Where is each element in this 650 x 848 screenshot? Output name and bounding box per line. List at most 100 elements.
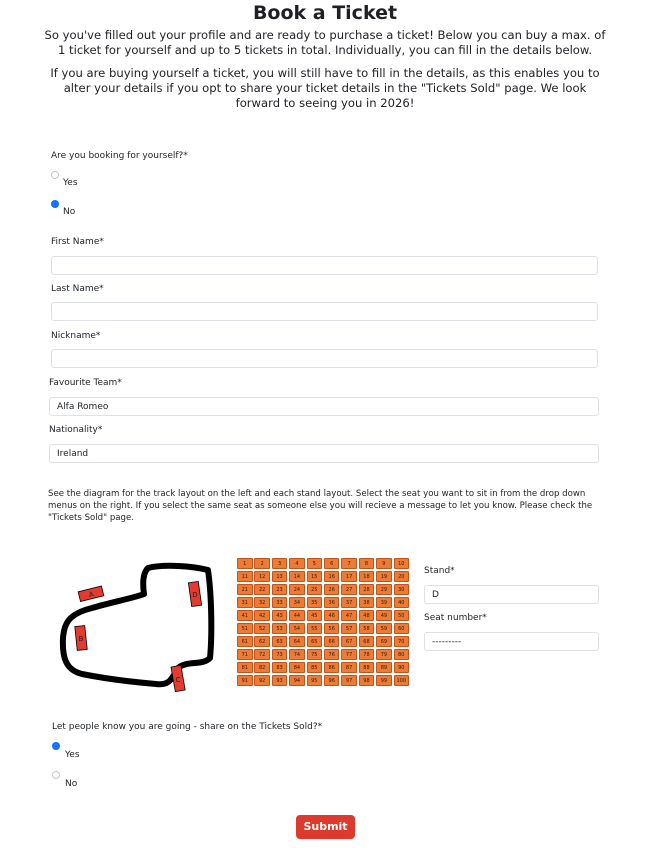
seat-7: 7 — [341, 558, 357, 570]
stand-c-label: C — [176, 676, 181, 684]
first-name-label: First Name* — [51, 237, 104, 247]
seat-100: 100 — [393, 674, 410, 687]
seat-85: 85 — [306, 661, 323, 674]
seat-84: 84 — [289, 661, 305, 674]
seat-78: 78 — [358, 648, 375, 661]
seat-86: 86 — [323, 661, 340, 674]
seat-22: 22 — [254, 583, 270, 596]
seat-66: 66 — [323, 635, 340, 648]
intro-paragraph-1: So you've filled out your profile and ar… — [44, 28, 606, 57]
seat-30: 30 — [393, 583, 410, 596]
seat-59: 59 — [376, 622, 392, 635]
seat-37: 37 — [341, 596, 357, 609]
seat-6: 6 — [323, 558, 340, 570]
seat-23: 23 — [271, 583, 288, 596]
seat-10: 10 — [393, 558, 410, 570]
last-name-label: Last Name* — [51, 284, 104, 294]
seat-80: 80 — [393, 648, 410, 661]
seat-24: 24 — [289, 583, 305, 596]
nickname-label: Nickname* — [51, 331, 101, 341]
stand-b-label: B — [79, 635, 84, 643]
seat-91: 91 — [237, 674, 253, 687]
seat-79: 79 — [376, 648, 392, 661]
seat-5: 5 — [306, 558, 323, 570]
seat-62: 62 — [254, 635, 270, 648]
seat-45: 45 — [306, 609, 323, 622]
seat-53: 53 — [271, 622, 288, 635]
share-yes-label[interactable]: Yes — [65, 750, 80, 760]
seat-60: 60 — [393, 622, 410, 635]
seat-57: 57 — [341, 622, 357, 635]
seat-28: 28 — [358, 583, 375, 596]
seat-99: 99 — [376, 674, 392, 687]
seat-81: 81 — [237, 661, 253, 674]
seat-number-select[interactable]: --------- — [424, 632, 599, 651]
seat-4: 4 — [289, 558, 305, 570]
seat-89: 89 — [376, 661, 392, 674]
last-name-input[interactable] — [51, 302, 598, 321]
seat-49: 49 — [376, 609, 392, 622]
favourite-team-select[interactable]: Alfa Romeo — [49, 397, 599, 416]
seat-41: 41 — [237, 609, 253, 622]
seat-15: 15 — [306, 570, 323, 583]
seat-97: 97 — [341, 674, 357, 687]
seat-selection-description: See the diagram for the track layout on … — [48, 489, 593, 523]
stand-d: D — [187, 580, 203, 608]
seat-39: 39 — [376, 596, 392, 609]
seat-27: 27 — [341, 583, 357, 596]
seat-34: 34 — [289, 596, 305, 609]
booking-self-label: Are you booking for yourself?* — [51, 151, 188, 161]
submit-button[interactable]: Submit — [296, 815, 355, 839]
nationality-label: Nationality* — [49, 425, 103, 435]
seat-73: 73 — [271, 648, 288, 661]
seat-65: 65 — [306, 635, 323, 648]
seat-16: 16 — [323, 570, 340, 583]
seat-94: 94 — [289, 674, 305, 687]
seat-52: 52 — [254, 622, 270, 635]
seat-19: 19 — [376, 570, 392, 583]
seat-11: 11 — [237, 570, 253, 583]
nationality-select[interactable]: Ireland — [49, 444, 599, 463]
seat-76: 76 — [323, 648, 340, 661]
seat-92: 92 — [254, 674, 270, 687]
seat-74: 74 — [289, 648, 305, 661]
booking-self-no-radio[interactable] — [51, 200, 59, 208]
seat-31: 31 — [237, 596, 253, 609]
seat-29: 29 — [376, 583, 392, 596]
favourite-team-label: Favourite Team* — [49, 378, 122, 388]
share-no-label[interactable]: No — [65, 779, 77, 789]
seat-83: 83 — [271, 661, 288, 674]
share-no-radio[interactable] — [52, 771, 60, 779]
stand-c: C — [170, 664, 186, 693]
seat-69: 69 — [376, 635, 392, 648]
seat-93: 93 — [271, 674, 288, 687]
nickname-input[interactable] — [51, 349, 598, 368]
booking-self-yes-label[interactable]: Yes — [63, 178, 78, 188]
seat-26: 26 — [323, 583, 340, 596]
seat-56: 56 — [323, 622, 340, 635]
stand-select[interactable]: D — [424, 585, 599, 604]
seat-71: 71 — [237, 648, 253, 661]
seat-70: 70 — [393, 635, 410, 648]
seat-68: 68 — [358, 635, 375, 648]
seat-75: 75 — [306, 648, 323, 661]
seat-64: 64 — [289, 635, 305, 648]
booking-self-yes-radio[interactable] — [51, 171, 59, 179]
seat-9: 9 — [376, 558, 392, 570]
seat-2: 2 — [254, 558, 270, 570]
stand-b: B — [74, 625, 88, 651]
first-name-input[interactable] — [51, 256, 598, 275]
seat-12: 12 — [254, 570, 270, 583]
seat-82: 82 — [254, 661, 270, 674]
booking-self-no-label[interactable]: No — [63, 207, 75, 217]
seat-43: 43 — [271, 609, 288, 622]
seat-50: 50 — [393, 609, 410, 622]
seat-14: 14 — [289, 570, 305, 583]
seat-21: 21 — [237, 583, 253, 596]
seat-grid: 1 2 3 4 5 6 7 8 9 10 11 12 13 14 15 16 17 18 19 20 21 22 23 24 2… — [237, 558, 411, 687]
seat-13: 13 — [271, 570, 288, 583]
seat-63: 63 — [271, 635, 288, 648]
share-yes-radio[interactable] — [52, 742, 60, 750]
intro-paragraph-2: If you are buying yourself a ticket, you… — [50, 66, 600, 110]
seat-25: 25 — [306, 583, 323, 596]
